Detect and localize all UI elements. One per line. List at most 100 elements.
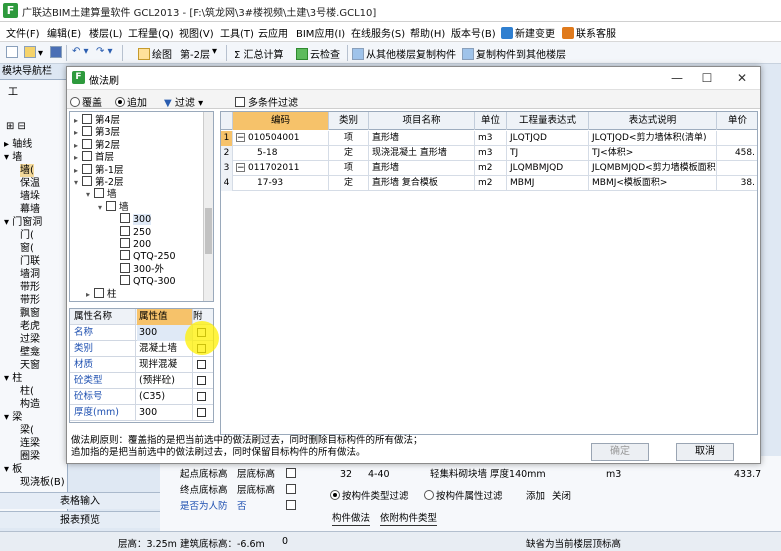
copy-from-floor-button[interactable]: 从其他楼层复制构件 xyxy=(352,46,456,61)
nav-item-skylight[interactable]: 天窗 xyxy=(20,359,40,372)
tree-node[interactable]: 250 xyxy=(112,225,151,238)
row-collapse-icon[interactable]: − xyxy=(236,163,245,173)
cell-desc[interactable]: TJ<体积> xyxy=(589,146,717,161)
cell-type[interactable]: 项 xyxy=(329,131,369,146)
tree-node-checkbox[interactable] xyxy=(94,287,104,298)
property-attach-checkbox[interactable] xyxy=(197,408,206,417)
tree-node-checkbox[interactable] xyxy=(120,275,130,286)
tree-node-checkbox[interactable] xyxy=(82,138,92,149)
cell-name[interactable]: 直形墙 xyxy=(369,161,475,176)
property-value[interactable]: 现拌混凝 xyxy=(137,357,193,373)
menu-file[interactable]: 文件(F) xyxy=(6,25,40,40)
cell-price[interactable] xyxy=(717,131,757,146)
table-row[interactable]: 3−011702011 项直形墙 m2 JLQMBMJQD JLQMBMJQD<剪力墙模… xyxy=(221,161,757,176)
prop-checkbox[interactable] xyxy=(286,468,299,482)
nav-item-openings[interactable]: ▾ 门窗洞 xyxy=(4,216,42,229)
cell-type[interactable]: 定 xyxy=(329,176,369,191)
close-button[interactable]: 关闭 xyxy=(552,490,571,504)
menu-edit[interactable]: 编辑(E) xyxy=(47,25,81,40)
cell-expr[interactable]: JLQMBMJQD xyxy=(507,161,589,176)
tree-node-checkbox[interactable] xyxy=(120,250,130,261)
nav-item-wall[interactable]: ▾ 墙 xyxy=(4,151,22,164)
new-file-icon[interactable] xyxy=(6,46,20,59)
nav-item-bay-window[interactable]: 飘窗 xyxy=(20,307,40,320)
filter-dropdown[interactable]: ▼ 过滤 ▾ xyxy=(164,94,203,109)
filter-by-type-radio[interactable]: 按构件类型过滤 xyxy=(330,490,409,504)
property-value[interactable]: (预拌砼) xyxy=(137,373,193,389)
tree-toggle-icon[interactable]: ▾ xyxy=(74,177,82,189)
nav-item-coupling-beam[interactable]: 连梁 xyxy=(20,437,40,450)
floor-select[interactable]: 第-2层 xyxy=(180,46,210,61)
menu-bim[interactable]: BIM应用(I) xyxy=(296,25,345,40)
nav-item-pier[interactable]: 墙垛 xyxy=(20,190,40,203)
ok-button[interactable]: 确定 xyxy=(591,443,649,461)
table-row[interactable]: 2 5-18 定现浇混凝土 直形墙 m3 TJ TJ<体积> 458. xyxy=(221,146,757,161)
tree-node[interactable]: ▸ 第2层 xyxy=(74,138,120,152)
cell-expr[interactable]: TJ xyxy=(507,146,589,161)
menu-contact[interactable]: 联系客服 xyxy=(562,25,616,40)
cell-name[interactable]: 直形墙 复合模板 xyxy=(369,176,475,191)
nav-item-beam-sub[interactable]: 梁( xyxy=(20,424,34,437)
cell-price[interactable]: 458. xyxy=(717,146,757,161)
menu-version[interactable]: 版本号(B) xyxy=(451,25,496,40)
cell-code[interactable]: 5-18 xyxy=(233,146,329,161)
nav-item-beam[interactable]: ▾ 梁 xyxy=(4,411,22,424)
cell-type[interactable]: 定 xyxy=(329,146,369,161)
tree-node[interactable]: 200 xyxy=(112,238,151,250)
nav-item-strip1[interactable]: 带形 xyxy=(20,281,40,294)
open-file-icon[interactable]: ▾ xyxy=(24,46,43,59)
cell-unit[interactable]: m3 xyxy=(475,131,507,146)
prop-checkbox[interactable] xyxy=(286,500,299,514)
nav-item-dormer[interactable]: 老虎 xyxy=(20,320,40,333)
nav-item-door[interactable]: 门( xyxy=(20,229,34,242)
tree-node-checkbox[interactable] xyxy=(82,114,92,124)
cell-code[interactable]: −011702011 xyxy=(233,161,329,176)
prop-checkbox[interactable] xyxy=(286,484,299,498)
cell-expr[interactable]: JLQTJQD xyxy=(507,131,589,146)
tree-toggle-icon[interactable]: ▸ xyxy=(86,289,94,301)
cell-name[interactable]: 直形墙 xyxy=(369,131,475,146)
nav-item-strip2[interactable]: 带形 xyxy=(20,294,40,307)
cell-desc[interactable]: MBMJ<模板面积> xyxy=(589,176,717,191)
nav-item-wall-sub[interactable]: 墙( xyxy=(20,164,34,177)
tree-node[interactable]: ▸ 第4层 xyxy=(74,114,120,126)
tree-toggle-icon[interactable]: ▸ xyxy=(74,165,82,177)
tree-node-checkbox[interactable] xyxy=(106,200,116,211)
redo-icon[interactable]: ↷ ▾ xyxy=(96,46,113,57)
nav-item-axis[interactable]: ▸ 轴线 xyxy=(4,138,32,151)
cloud-check-button[interactable]: 云检查 xyxy=(296,46,340,61)
minimize-icon[interactable]: — xyxy=(663,69,691,87)
tree-toggle-icon[interactable]: ▸ xyxy=(74,152,82,164)
nav-item-door-window[interactable]: 门联 xyxy=(20,255,40,268)
tree-node[interactable]: ▾ 第-2层 xyxy=(74,176,123,188)
property-attach-checkbox[interactable] xyxy=(197,392,206,401)
tree-toggle-icon[interactable]: ▾ xyxy=(86,189,94,201)
cell-code[interactable]: 17-93 xyxy=(233,176,329,191)
table-input-button[interactable]: 表格输入 xyxy=(0,492,160,509)
menu-tools[interactable]: 工具(T) xyxy=(220,25,254,40)
tree-node-checkbox[interactable] xyxy=(82,126,92,137)
tree-node[interactable]: QTQ-250 xyxy=(112,250,176,262)
property-attach-checkbox[interactable] xyxy=(197,376,206,385)
cell-expr[interactable]: MBMJ xyxy=(507,176,589,191)
tree-toggle-icon[interactable]: ▸ xyxy=(74,140,82,152)
copy-to-floor-button[interactable]: 复制构件到其他楼层 xyxy=(462,46,566,61)
property-attach-checkbox[interactable] xyxy=(197,360,206,369)
tree-node-checkbox[interactable] xyxy=(82,163,92,174)
draw-button[interactable]: 绘图 xyxy=(138,46,172,61)
tree-node[interactable]: ▸ 柱 xyxy=(86,287,117,301)
tree-node[interactable]: ▸ 第-1层 xyxy=(74,163,123,177)
maximize-icon[interactable]: ☐ xyxy=(693,69,721,87)
cell-code[interactable]: −010504001 xyxy=(233,131,329,146)
tab-attached-type[interactable]: 依附构件类型 xyxy=(380,512,438,526)
nav-expand-icon[interactable]: ⊞ ⊟ xyxy=(6,120,26,133)
nav-item-lintel[interactable]: 过梁 xyxy=(20,333,40,346)
property-value[interactable]: (C35) xyxy=(137,389,193,405)
cell-price[interactable]: 38. xyxy=(717,176,757,191)
cell-type[interactable]: 项 xyxy=(329,161,369,176)
row-collapse-icon[interactable]: − xyxy=(236,133,245,143)
property-value[interactable]: 混凝土墙 xyxy=(137,341,193,357)
nav-item-window[interactable]: 窗( xyxy=(20,242,34,255)
multi-filter-checkbox[interactable]: 多条件过滤 xyxy=(235,94,298,109)
nav-item-wall-hole[interactable]: 墙洞 xyxy=(20,268,40,281)
